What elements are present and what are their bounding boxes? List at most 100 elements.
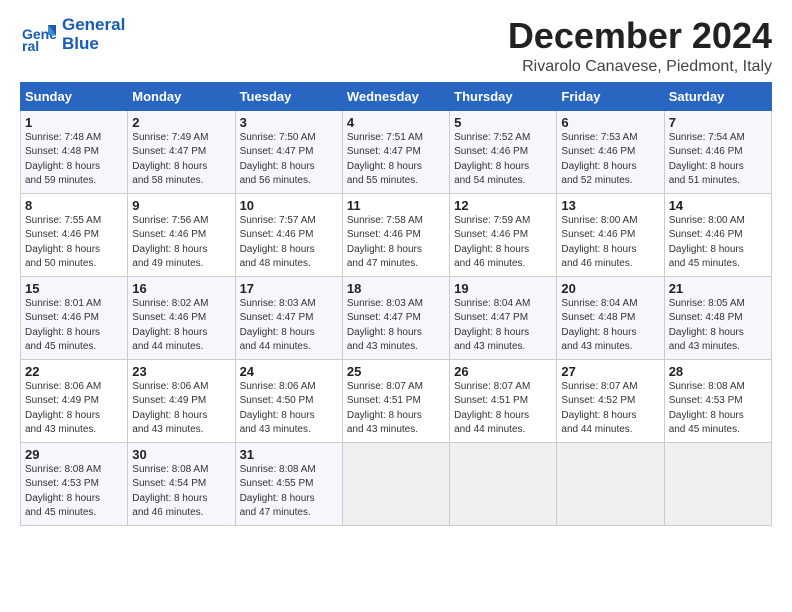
day-number: 12 [454,198,552,213]
page-container: Gene ral General Blue December 2024 Riva… [0,0,792,536]
day-number: 31 [240,447,338,462]
calendar-body: 1Sunrise: 7:48 AMSunset: 4:48 PMDaylight… [21,110,772,525]
day-info: Sunrise: 8:00 AMSunset: 4:46 PMDaylight:… [669,214,767,272]
calendar-cell: 24Sunrise: 8:06 AMSunset: 4:50 PMDayligh… [235,359,342,442]
calendar-cell: 30Sunrise: 8:08 AMSunset: 4:54 PMDayligh… [128,442,235,525]
calendar-cell: 21Sunrise: 8:05 AMSunset: 4:48 PMDayligh… [664,276,771,359]
day-info: Sunrise: 8:04 AMSunset: 4:47 PMDaylight:… [454,297,552,355]
location-title: Rivarolo Canavese, Piedmont, Italy [508,58,772,76]
day-number: 25 [347,364,445,379]
calendar-week-row: 29Sunrise: 8:08 AMSunset: 4:53 PMDayligh… [21,442,772,525]
logo-icon: Gene ral [20,17,56,53]
calendar-cell [557,442,664,525]
calendar-cell: 3Sunrise: 7:50 AMSunset: 4:47 PMDaylight… [235,110,342,193]
calendar-cell: 14Sunrise: 8:00 AMSunset: 4:46 PMDayligh… [664,193,771,276]
day-number: 30 [132,447,230,462]
calendar-cell: 4Sunrise: 7:51 AMSunset: 4:47 PMDaylight… [342,110,449,193]
day-info: Sunrise: 8:07 AMSunset: 4:51 PMDaylight:… [347,380,445,438]
day-number: 19 [454,281,552,296]
calendar-cell: 25Sunrise: 8:07 AMSunset: 4:51 PMDayligh… [342,359,449,442]
day-info: Sunrise: 8:00 AMSunset: 4:46 PMDaylight:… [561,214,659,272]
day-number: 29 [25,447,123,462]
header-cell-thursday: Thursday [450,82,557,110]
header-cell-tuesday: Tuesday [235,82,342,110]
day-number: 8 [25,198,123,213]
day-info: Sunrise: 8:03 AMSunset: 4:47 PMDaylight:… [347,297,445,355]
day-info: Sunrise: 8:08 AMSunset: 4:54 PMDaylight:… [132,463,230,521]
header-cell-sunday: Sunday [21,82,128,110]
header-cell-friday: Friday [557,82,664,110]
calendar-cell [664,442,771,525]
calendar-cell: 27Sunrise: 8:07 AMSunset: 4:52 PMDayligh… [557,359,664,442]
day-info: Sunrise: 8:02 AMSunset: 4:46 PMDaylight:… [132,297,230,355]
day-number: 10 [240,198,338,213]
calendar-table: SundayMondayTuesdayWednesdayThursdayFrid… [20,82,772,526]
calendar-cell: 20Sunrise: 8:04 AMSunset: 4:48 PMDayligh… [557,276,664,359]
day-info: Sunrise: 7:54 AMSunset: 4:46 PMDaylight:… [669,131,767,189]
day-number: 16 [132,281,230,296]
day-info: Sunrise: 7:53 AMSunset: 4:46 PMDaylight:… [561,131,659,189]
calendar-week-row: 1Sunrise: 7:48 AMSunset: 4:48 PMDaylight… [21,110,772,193]
calendar-cell: 17Sunrise: 8:03 AMSunset: 4:47 PMDayligh… [235,276,342,359]
header-cell-saturday: Saturday [664,82,771,110]
day-number: 1 [25,115,123,130]
day-info: Sunrise: 8:03 AMSunset: 4:47 PMDaylight:… [240,297,338,355]
day-number: 28 [669,364,767,379]
day-info: Sunrise: 8:06 AMSunset: 4:49 PMDaylight:… [132,380,230,438]
day-number: 21 [669,281,767,296]
header-cell-monday: Monday [128,82,235,110]
day-info: Sunrise: 7:52 AMSunset: 4:46 PMDaylight:… [454,131,552,189]
calendar-cell: 29Sunrise: 8:08 AMSunset: 4:53 PMDayligh… [21,442,128,525]
calendar-cell: 15Sunrise: 8:01 AMSunset: 4:46 PMDayligh… [21,276,128,359]
day-info: Sunrise: 8:07 AMSunset: 4:52 PMDaylight:… [561,380,659,438]
day-info: Sunrise: 7:56 AMSunset: 4:46 PMDaylight:… [132,214,230,272]
calendar-cell: 12Sunrise: 7:59 AMSunset: 4:46 PMDayligh… [450,193,557,276]
calendar-week-row: 22 Sunrise: 8:06 AMSunset: 4:49 PMDayligh… [21,359,772,442]
calendar-cell: 13Sunrise: 8:00 AMSunset: 4:46 PMDayligh… [557,193,664,276]
day-number: 6 [561,115,659,130]
logo-text-top: General [62,16,125,35]
day-number: 11 [347,198,445,213]
day-info: Sunrise: 8:04 AMSunset: 4:48 PMDaylight:… [561,297,659,355]
calendar-cell: 10Sunrise: 7:57 AMSunset: 4:46 PMDayligh… [235,193,342,276]
calendar-week-row: 8Sunrise: 7:55 AMSunset: 4:46 PMDaylight… [21,193,772,276]
calendar-cell: 16Sunrise: 8:02 AMSunset: 4:46 PMDayligh… [128,276,235,359]
logo-text-bottom: Blue [62,35,125,54]
day-info: Sunrise: 7:48 AMSunset: 4:48 PMDaylight:… [25,131,123,189]
day-number: 2 [132,115,230,130]
day-info: Sunrise: 7:51 AMSunset: 4:47 PMDaylight:… [347,131,445,189]
day-info: Sunrise: 8:08 AMSunset: 4:53 PMDaylight:… [669,380,767,438]
day-number: 3 [240,115,338,130]
calendar-cell: 19Sunrise: 8:04 AMSunset: 4:47 PMDayligh… [450,276,557,359]
logo: Gene ral General Blue [20,16,125,53]
day-number: 9 [132,198,230,213]
day-number: 14 [669,198,767,213]
day-number: 18 [347,281,445,296]
day-number: 27 [561,364,659,379]
day-info: Sunrise: 7:50 AMSunset: 4:47 PMDaylight:… [240,131,338,189]
month-title: December 2024 [508,16,772,56]
day-number: 26 [454,364,552,379]
day-info: Sunrise: 7:59 AMSunset: 4:46 PMDaylight:… [454,214,552,272]
day-number: 17 [240,281,338,296]
header-row: Gene ral General Blue December 2024 Riva… [20,16,772,76]
calendar-cell: 5Sunrise: 7:52 AMSunset: 4:46 PMDaylight… [450,110,557,193]
day-info: Sunrise: 7:58 AMSunset: 4:46 PMDaylight:… [347,214,445,272]
day-info: Sunrise: 7:55 AMSunset: 4:46 PMDaylight:… [25,214,123,272]
day-number: 7 [669,115,767,130]
calendar-cell: 9Sunrise: 7:56 AMSunset: 4:46 PMDaylight… [128,193,235,276]
calendar-cell: 8Sunrise: 7:55 AMSunset: 4:46 PMDaylight… [21,193,128,276]
day-number: 13 [561,198,659,213]
day-number: 4 [347,115,445,130]
day-number: 24 [240,364,338,379]
day-number: 23 [132,364,230,379]
header-cell-wednesday: Wednesday [342,82,449,110]
day-info: Sunrise: 8:08 AMSunset: 4:53 PMDaylight:… [25,463,123,521]
svg-text:ral: ral [22,38,39,53]
day-info: Sunrise: 8:08 AMSunset: 4:55 PMDaylight:… [240,463,338,521]
day-number: 22 [25,364,123,379]
day-info: Sunrise: 8:05 AMSunset: 4:48 PMDaylight:… [669,297,767,355]
calendar-cell: 22Sunrise: 8:06 AMSunset: 4:49 PMDayligh… [21,359,128,442]
calendar-week-row: 15Sunrise: 8:01 AMSunset: 4:46 PMDayligh… [21,276,772,359]
calendar-cell: 1Sunrise: 7:48 AMSunset: 4:48 PMDaylight… [21,110,128,193]
